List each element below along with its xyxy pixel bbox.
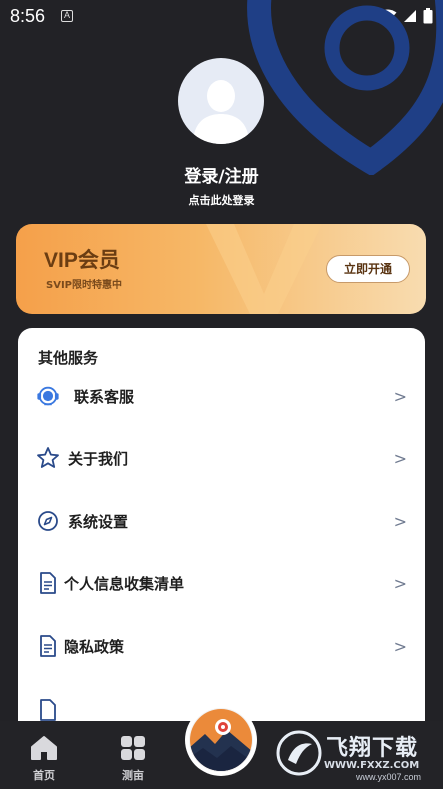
watermark: 飞翔下载 WWW.FXXZ.COM www.yx007.com xyxy=(276,726,436,782)
service-item-about[interactable]: 关于我们 > xyxy=(18,436,425,480)
headset-icon xyxy=(36,384,60,408)
vip-card[interactable]: VIP会员 SVIP限时特惠中 立即开通 xyxy=(16,224,426,314)
nav-measure[interactable]: 测亩 xyxy=(113,735,153,783)
service-item-settings[interactable]: 系统设置 > xyxy=(18,499,425,543)
service-label: 系统设置 xyxy=(68,512,129,531)
user-icon xyxy=(193,80,249,144)
service-item-privacy[interactable]: 隐私政策 > xyxy=(18,624,425,668)
service-label: 隐私政策 xyxy=(64,637,125,656)
nav-measure-label: 测亩 xyxy=(122,769,144,782)
nav-home[interactable]: 首页 xyxy=(24,735,64,783)
service-item-personal-info[interactable]: 个人信息收集清单 > xyxy=(18,561,425,605)
document-icon xyxy=(36,571,60,595)
center-map-button[interactable] xyxy=(185,704,257,776)
service-item-contact[interactable]: 联系客服 > xyxy=(18,374,425,418)
watermark-logo-icon xyxy=(276,730,322,776)
vip-v-decoration xyxy=(206,224,322,314)
mountain-map-icon xyxy=(189,708,253,772)
compass-icon xyxy=(36,509,60,533)
service-label: 关于我们 xyxy=(68,449,129,468)
services-title: 其他服务 xyxy=(38,349,99,367)
login-subtitle[interactable]: 点击此处登录 xyxy=(0,192,443,208)
login-title[interactable]: 登录/注册 xyxy=(0,162,443,187)
nav-home-label: 首页 xyxy=(33,769,55,782)
chevron-right-icon: > xyxy=(393,636,407,656)
services-panel: 其他服务 联系客服 > 关于我们 > 系统设置 > 个人信息收集清单 > 隐私政… xyxy=(18,328,425,748)
watermark-url2: www.yx007.com xyxy=(356,772,422,782)
chevron-right-icon: > xyxy=(393,511,407,531)
document-icon xyxy=(36,634,60,658)
chevron-right-icon: > xyxy=(393,573,407,593)
avatar[interactable] xyxy=(178,58,264,144)
chevron-right-icon: > xyxy=(393,386,407,406)
map-pin-decoration xyxy=(247,0,443,175)
notification-icon: A xyxy=(61,10,74,22)
home-icon xyxy=(31,736,57,760)
star-icon xyxy=(36,446,60,470)
vip-open-button[interactable]: 立即开通 xyxy=(326,255,410,283)
document-icon xyxy=(36,698,60,722)
vip-subtitle: SVIP限时特惠中 xyxy=(46,280,122,291)
grid-icon xyxy=(121,736,145,760)
status-time: 8:56 xyxy=(10,5,46,26)
chevron-right-icon: > xyxy=(393,448,407,468)
watermark-url: WWW.FXXZ.COM xyxy=(324,760,420,771)
watermark-brand: 飞翔下载 xyxy=(326,736,419,761)
service-label: 个人信息收集清单 xyxy=(64,574,185,593)
vip-title: VIP会员 xyxy=(44,249,120,272)
service-label: 联系客服 xyxy=(74,387,135,406)
